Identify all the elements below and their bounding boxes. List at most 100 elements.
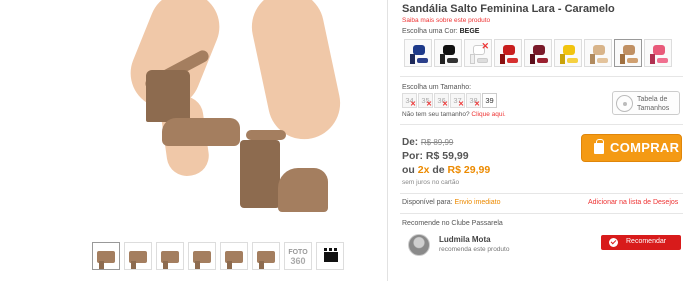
size-option-34[interactable]: 34 ✕ (402, 93, 417, 108)
thumbnail-6[interactable] (252, 242, 280, 270)
swatch-heel (530, 54, 535, 64)
thumbnail-4[interactable] (188, 242, 216, 270)
thumbnail-2[interactable] (124, 242, 152, 270)
thumbnail-360-view[interactable]: FOTO 360 (284, 242, 312, 270)
swatch-heel (560, 54, 565, 64)
swatch-sole (507, 58, 518, 63)
sandal-front-heel (146, 70, 190, 122)
user-name[interactable]: Ludmila Mota (439, 235, 491, 244)
sandal-front-platform (162, 118, 240, 146)
unavailable-x-icon: ✕ (410, 101, 416, 108)
shopping-bag-icon (594, 139, 604, 154)
color-label: Escolha uma Cor: BEGE (402, 28, 479, 35)
price-from-value: R$ 89,99 (420, 138, 454, 147)
size-option-37[interactable]: 37 ✕ (450, 93, 465, 108)
recommend-button[interactable]: Recomendar (601, 235, 681, 250)
user-avatar[interactable] (408, 234, 430, 256)
size-help-text: Não tem seu tamanho? (402, 111, 470, 118)
swatch-sole (567, 58, 578, 63)
unavailable-x-icon: ✕ (426, 101, 432, 108)
size-option-39[interactable]: 39 (482, 93, 497, 108)
color-label-text: Escolha uma Cor: (402, 28, 458, 35)
color-swatch-3[interactable]: ✕ (464, 39, 492, 67)
divider (400, 124, 683, 125)
thumbnail-3[interactable] (156, 242, 184, 270)
swatch-heel (410, 54, 415, 64)
inst-times: 2x (417, 164, 430, 176)
sandal-back-heel (240, 140, 280, 208)
size-help: Não tem seu tamanho? Clique aqui. (402, 111, 506, 118)
sandal-back-platform (278, 168, 328, 212)
swatch-sole (597, 58, 608, 63)
buy-button-label: COMPRAR (610, 140, 680, 155)
swatch-sole (627, 58, 638, 63)
availability: Disponível para: Envio imediato (402, 199, 500, 206)
thumbnail-1[interactable] (92, 242, 120, 270)
size-value: 39 (485, 96, 494, 105)
measure-tape-icon (616, 95, 633, 112)
size-help-link[interactable]: Clique aqui. (471, 111, 505, 118)
thumbnail-video[interactable] (316, 242, 344, 270)
color-swatch-4[interactable] (494, 39, 522, 67)
know-more-link[interactable]: Saiba mais sobre este produto (402, 17, 490, 24)
color-swatch-8[interactable] (614, 39, 642, 67)
size-option-36[interactable]: 36 ✕ (434, 93, 449, 108)
video-clapper-icon (324, 248, 338, 262)
swatch-heel (470, 54, 475, 64)
color-swatch-9[interactable] (644, 39, 672, 67)
inst-value: R$ 29,99 (447, 164, 491, 176)
inst-de: de (432, 164, 445, 176)
product-main-image[interactable] (60, 0, 380, 236)
selected-color: BEGE (459, 28, 480, 35)
unavailable-x-icon: ✕ (474, 101, 480, 108)
swatch-sole (447, 58, 458, 63)
size-options: 34 ✕ 35 ✕ 36 ✕ 37 ✕ 38 ✕ 39 (402, 93, 497, 108)
color-swatch-5[interactable] (524, 39, 552, 67)
size-label: Escolha um Tamanho: (402, 84, 472, 91)
color-swatch-7[interactable] (584, 39, 612, 67)
recommend-heading: Recomende no Clube Passarela (402, 220, 503, 227)
unavailable-x-icon: ✕ (442, 101, 448, 108)
swatch-heel (590, 54, 595, 64)
thumbnail-5[interactable] (220, 242, 248, 270)
inst-prefix: ou (402, 164, 415, 176)
swatch-heel (620, 54, 625, 64)
size-table-line2: Tamanhos (637, 105, 670, 112)
wishlist-link[interactable]: Adicionar na lista de Desejos (588, 199, 678, 206)
price-now-label: Por: (402, 150, 423, 162)
thumbnail-strip: FOTO 360 (92, 242, 344, 270)
color-swatch-6[interactable] (554, 39, 582, 67)
recommend-button-label: Recomendar (626, 238, 667, 245)
model-leg-back (245, 0, 347, 146)
divider (400, 193, 683, 194)
foto-360-label: FOTO (288, 249, 308, 256)
foto-360-degree: 360 (290, 256, 306, 266)
price-from: De: R$ 89,99 (402, 137, 453, 148)
swatch-sole (657, 58, 668, 63)
availability-label: Disponível para: (402, 199, 453, 206)
color-swatch-2[interactable] (434, 39, 462, 67)
divider (400, 213, 683, 214)
swatch-heel (500, 54, 505, 64)
color-swatches: ✕ (404, 39, 672, 67)
swatch-heel (440, 54, 445, 64)
size-option-38[interactable]: 38 ✕ (466, 93, 481, 108)
sandal-back-strap (246, 130, 286, 140)
price-note: sem juros no cartão (402, 179, 460, 186)
price-now-value: R$ 59,99 (425, 150, 469, 162)
column-divider (387, 0, 388, 281)
size-option-35[interactable]: 35 ✕ (418, 93, 433, 108)
user-recommends-text: recomenda este produto (439, 246, 510, 253)
color-swatch-1[interactable] (404, 39, 432, 67)
swatch-sole (417, 58, 428, 63)
price-installment: ou 2x de R$ 29,99 (402, 164, 490, 176)
unavailable-x-icon: ✕ (481, 41, 489, 51)
price-from-label: De: (402, 137, 419, 148)
size-table-button[interactable]: Tabela de Tamanhos (612, 91, 680, 115)
swatch-sole (537, 58, 548, 63)
unavailable-x-icon: ✕ (458, 101, 464, 108)
swatch-heel (650, 54, 655, 64)
buy-button[interactable]: COMPRAR (581, 134, 682, 162)
size-table-line1: Tabela de (637, 96, 668, 103)
availability-value: Envio imediato (454, 199, 501, 206)
